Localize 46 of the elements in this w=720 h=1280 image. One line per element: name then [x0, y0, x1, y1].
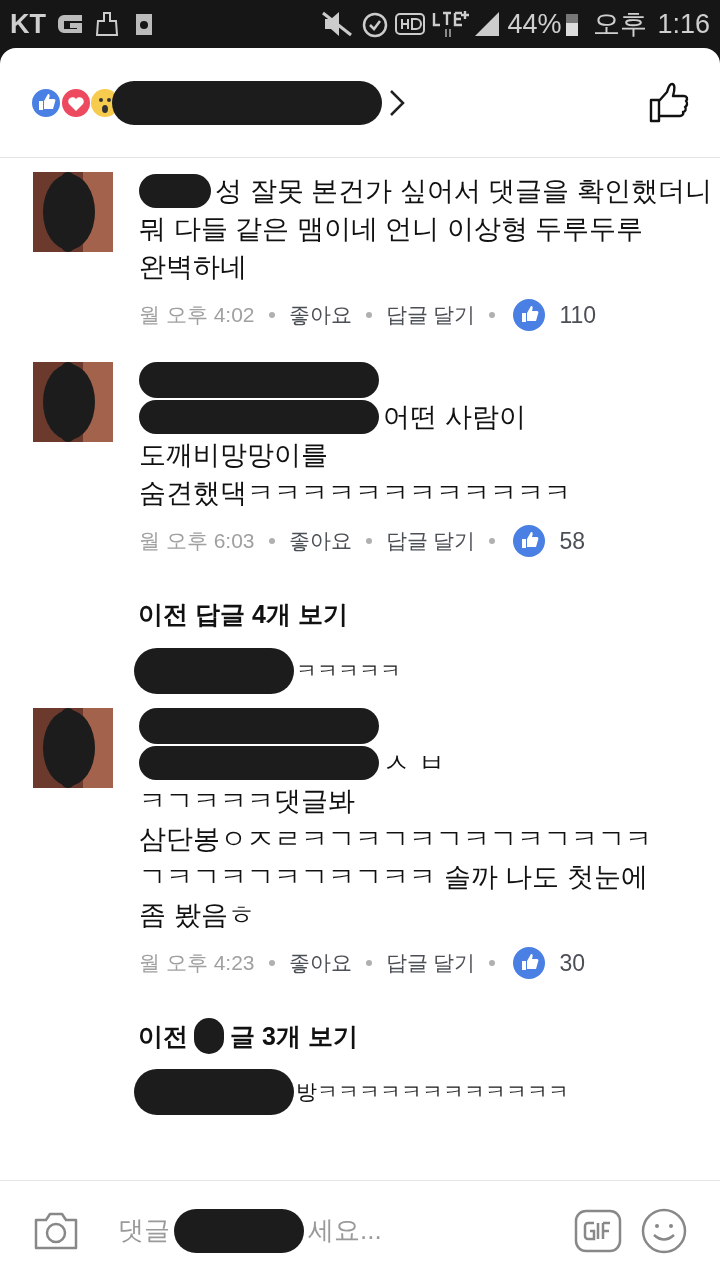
- comment-time: 월 오후 6:03: [139, 528, 255, 554]
- clock-time: 1:16: [657, 7, 710, 41]
- lte-icon: [431, 9, 472, 39]
- like-count: 58: [559, 527, 585, 556]
- view-replies-link[interactable]: 이전: [138, 1017, 188, 1055]
- cleaner-icon: [94, 11, 120, 37]
- comment-time: 월 오후 4:23: [139, 949, 255, 976]
- view-replies-link[interactable]: 이전 답글 4개 보기: [138, 596, 348, 634]
- comment-text: 성 잘못 본건가 싶어서 댓글을 확인했더니: [215, 175, 712, 208]
- carrier-name: KT: [10, 7, 46, 41]
- like-button-icon: [648, 81, 690, 124]
- like-count-icon: [513, 946, 546, 979]
- chevron-right-icon: [388, 87, 406, 118]
- comment-text: ㄱㅋㄱㅋㄱㅋㄱㅋㄱㅋㅋ 솔까 나도 첫눈에: [139, 860, 648, 894]
- like-reaction-icon: [30, 86, 62, 119]
- comment-time: 월 오후 4:02: [139, 302, 255, 328]
- comment-text: 숨견했댁ㅋㅋㅋㅋㅋㅋㅋㅋㅋㅋㅋㅋ: [139, 477, 571, 510]
- gif-button-icon: [574, 1208, 622, 1253]
- like-link[interactable]: 좋아요: [288, 296, 352, 334]
- reply-link[interactable]: 답글 달기: [385, 296, 476, 334]
- battery-percent: 44%: [507, 7, 562, 41]
- comment-text: 좀 봤음ㅎ: [139, 898, 255, 932]
- comment-text: ㅅ ㅂ: [383, 746, 445, 780]
- hd-voice-icon: [395, 13, 426, 35]
- comment-text: 완벽하네: [139, 251, 247, 284]
- reply-link[interactable]: 답글 달기: [385, 943, 476, 982]
- like-link[interactable]: 좋아요: [288, 522, 352, 560]
- comment-text: 어떤 사람이: [383, 401, 526, 434]
- reply-link[interactable]: 답글 달기: [385, 522, 476, 560]
- love-reaction-icon: [60, 86, 92, 119]
- time-period: 오후: [593, 7, 648, 41]
- comment-text: 뭐 다들 같은 맴이네 언니 이상형 두루두루: [139, 213, 643, 246]
- comment-text: ㅋㄱㅋㅋㅋ댓글봐: [139, 784, 355, 818]
- like-count: 110: [559, 301, 597, 330]
- like-count: 30: [559, 948, 585, 978]
- reply-text: ㅋㅋㅋㅋㅋ: [296, 657, 401, 684]
- battery-icon: [565, 11, 580, 37]
- comment-text: 삼단봉ㅇㅈㄹㅋㄱㅋㄱㅋㄱㅋㄱㅋㄱㅋㄱㅋ: [139, 822, 652, 856]
- comment-text: 도깨비망망이를: [139, 439, 328, 472]
- like-count-icon: [513, 299, 546, 331]
- emoji-button-icon: [640, 1206, 688, 1255]
- reply-text: 방ㅋㅋㅋㅋㅋㅋㅋㅋㅋㅋㅋㅋ: [296, 1079, 569, 1106]
- view-replies-link[interactable]: 글 3개 보기: [230, 1017, 358, 1055]
- like-link[interactable]: 좋아요: [288, 943, 352, 982]
- like-count-icon: [513, 525, 546, 557]
- signal-icon: [473, 10, 502, 38]
